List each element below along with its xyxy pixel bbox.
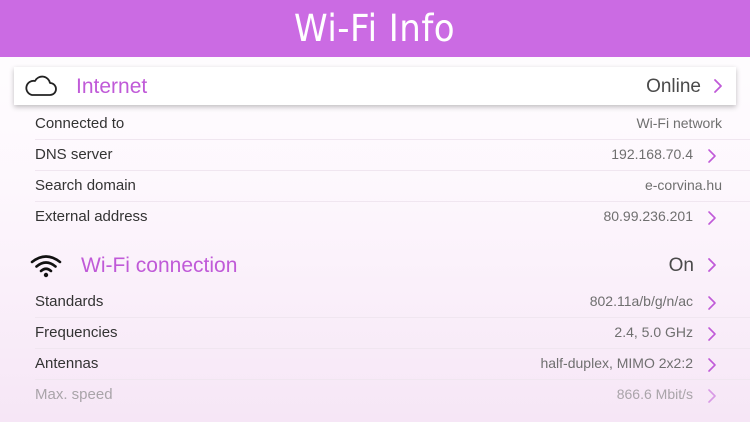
row-label: Frequencies [35, 324, 118, 341]
chevron-right-icon[interactable] [706, 388, 718, 404]
wifi-section-header[interactable]: Wi-Fi connection On [0, 246, 750, 284]
chevron-right-icon[interactable] [706, 148, 718, 164]
list-item[interactable]: DNS server 192.168.70.4 [0, 140, 750, 171]
chevron-right-icon[interactable] [706, 357, 718, 373]
wifi-icon [30, 254, 62, 278]
cloud-icon [24, 74, 58, 98]
row-value: 802.11a/b/g/n/ac [589, 293, 693, 309]
app-header: Wi-Fi Info [0, 0, 750, 57]
list-item: Search domain e-corvina.hu [0, 171, 750, 202]
row-label: Max. speed [35, 386, 113, 403]
internet-status: Online [646, 76, 701, 97]
list-item[interactable]: External address 80.99.236.201 [0, 202, 750, 233]
list-item: Connected to Wi-Fi network [0, 109, 750, 140]
row-label: Connected to [35, 115, 125, 132]
row-value: 2.4, 5.0 GHz [614, 324, 693, 340]
row-value: e-corvina.hu [644, 177, 722, 193]
wifi-connection-label: Wi-Fi connection [81, 254, 238, 277]
chevron-right-icon[interactable] [706, 210, 718, 226]
row-label: External address [35, 208, 148, 225]
row-label: DNS server [35, 146, 113, 163]
list-item[interactable]: Standards 802.11a/b/g/n/ac [0, 287, 750, 318]
chevron-right-icon[interactable] [706, 295, 718, 311]
list-item[interactable]: Antennas half-duplex, MIMO 2x2:2 [0, 349, 750, 380]
chevron-right-icon[interactable] [712, 78, 724, 94]
row-value: 866.6 Mbit/s [616, 386, 693, 402]
list-item[interactable]: Max. speed 866.6 Mbit/s [0, 380, 750, 411]
chevron-right-icon[interactable] [706, 257, 718, 273]
list-item[interactable]: Frequencies 2.4, 5.0 GHz [0, 318, 750, 349]
row-value: 80.99.236.201 [603, 208, 693, 224]
internet-section-header[interactable]: Internet Online [0, 67, 750, 105]
row-value: half-duplex, MIMO 2x2:2 [540, 355, 693, 371]
row-label: Antennas [35, 355, 99, 372]
row-label: Standards [35, 293, 104, 310]
internet-label: Internet [76, 75, 148, 98]
row-label: Search domain [35, 177, 136, 194]
wifi-connection-status: On [668, 255, 694, 276]
chevron-right-icon[interactable] [706, 326, 718, 342]
page-title: Wi-Fi Info [294, 7, 456, 50]
row-value: Wi-Fi network [636, 115, 722, 131]
row-value: 192.168.70.4 [611, 146, 693, 162]
